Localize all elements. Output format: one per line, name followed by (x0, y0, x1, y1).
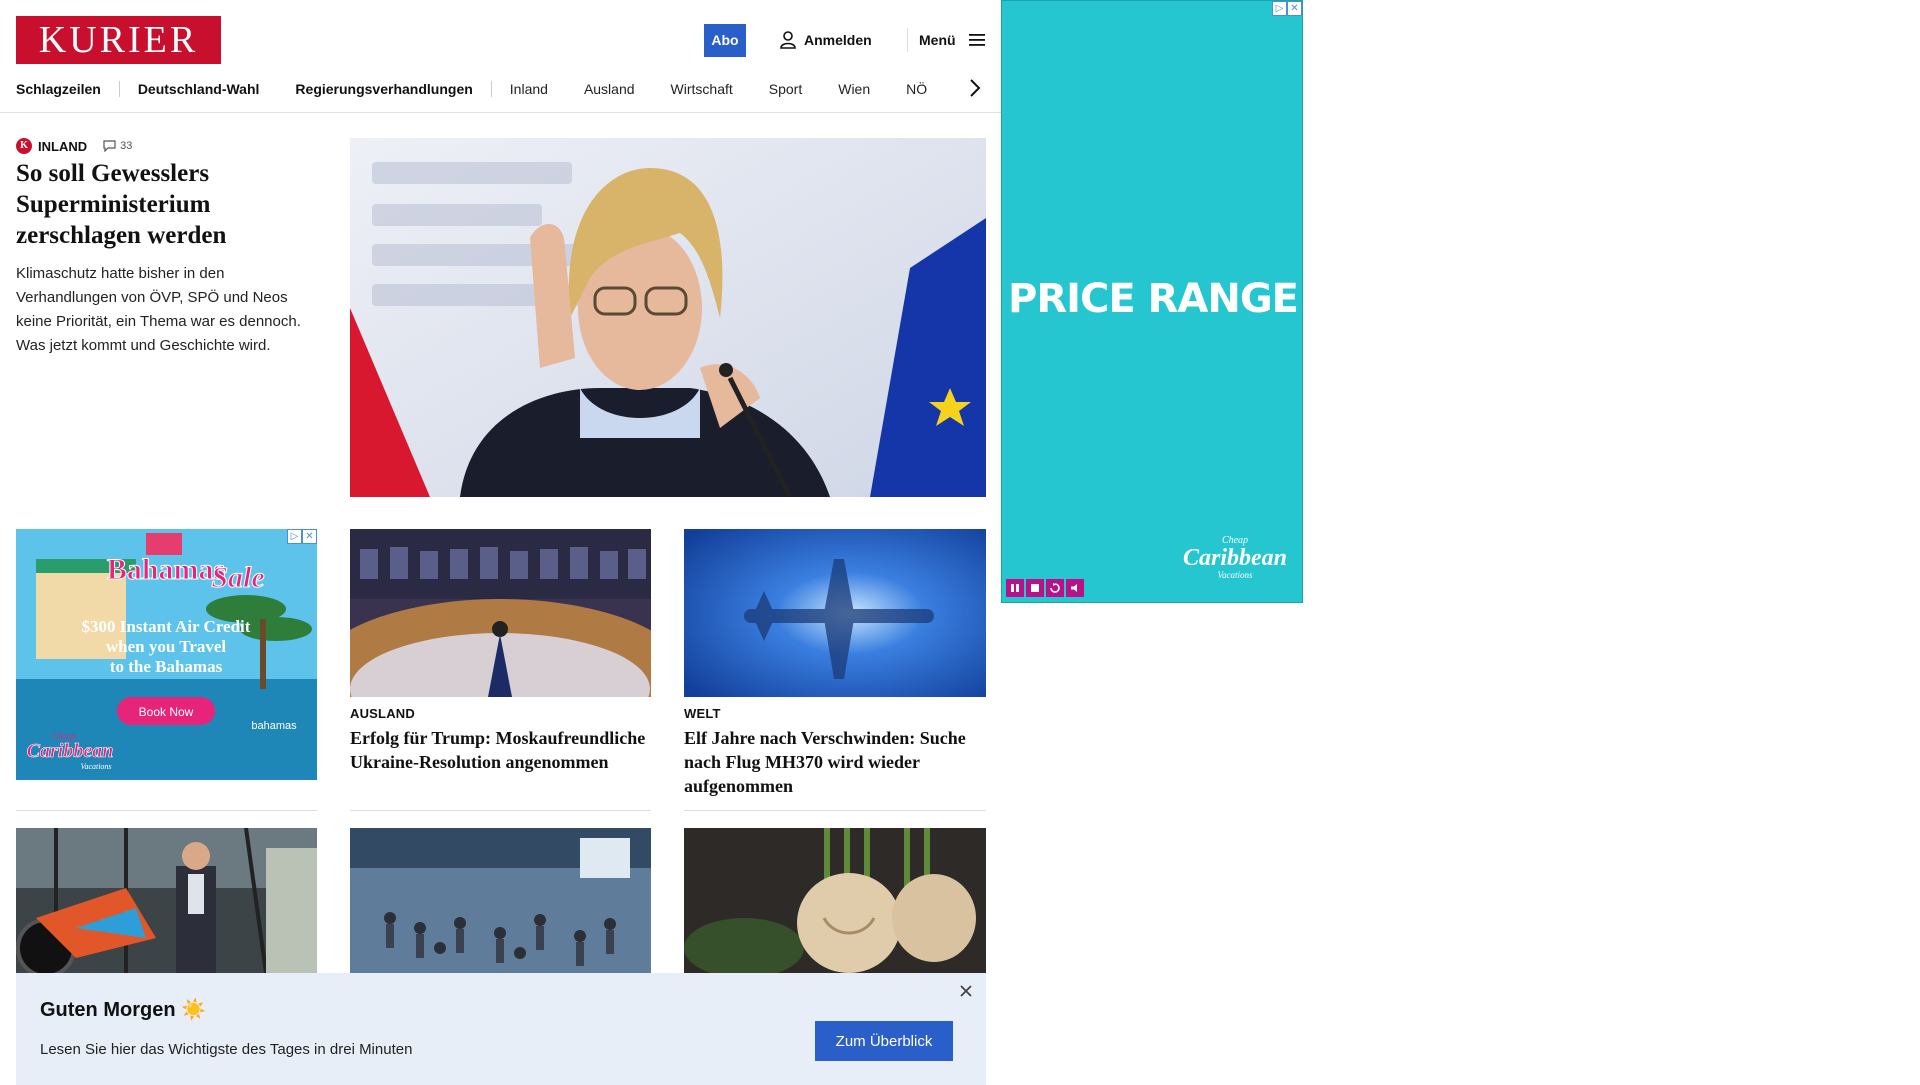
stop-icon[interactable] (1026, 579, 1044, 597)
nav-item-wien[interactable]: Wien (838, 81, 906, 97)
bahamas-ad-partner: bahamas (251, 720, 297, 732)
airport-crowd-photo (350, 828, 651, 973)
bahamas-ad-brand-main: Caribbean (27, 740, 114, 762)
header-divider-line (0, 112, 1001, 113)
celeriac-photo (684, 828, 986, 973)
greeting-subtitle: Lesen Sie hier das Wichtigste des Tages … (40, 1041, 413, 1058)
un-council-photo (350, 529, 651, 697)
pause-icon[interactable] (1006, 579, 1024, 597)
nav-item-noe[interactable]: NÖ (906, 81, 945, 97)
nav-divider (118, 81, 120, 97)
overview-button[interactable]: Zum Überblick (815, 1021, 953, 1061)
lead-section-label[interactable]: INLAND (38, 139, 87, 154)
nav-item-regierungsverhandlungen[interactable]: Regierungsverhandlungen (295, 81, 490, 97)
menu-label: Menü (919, 32, 956, 48)
kurier-page: KURIER Abo Anmelden Menü Schlagzeilen De… (0, 0, 1001, 1085)
card-photo-mh370[interactable] (684, 529, 986, 697)
lead-photo-illustration (350, 138, 986, 497)
greeting-title: Guten Morgen ☀️ (40, 997, 206, 1022)
comment-count-value: 33 (120, 140, 133, 152)
card-headline-mh370[interactable]: Elf Jahre nach Verschwinden: Suche nach … (684, 726, 984, 798)
price-range-adchoices[interactable]: ▷ ✕ (1272, 1, 1302, 16)
card-divider (350, 810, 651, 811)
bahamas-ad-sale: Sale (211, 561, 264, 594)
plane-silhouette-photo (684, 529, 986, 697)
nav-item-inland[interactable]: Inland (510, 81, 584, 97)
kurier-logo[interactable]: KURIER (16, 16, 221, 64)
price-range-headline: PRICE RANGE (1008, 276, 1299, 322)
nav-next-arrow-icon[interactable] (966, 76, 984, 100)
card-photo-un[interactable] (350, 529, 651, 697)
card-divider (16, 810, 317, 811)
price-range-brand-logo: Cheap Caribbean Vacations (1180, 536, 1290, 581)
nav-item-sport[interactable]: Sport (769, 81, 838, 97)
bahamas-ad-offer-1: $300 Instant Air Credit (82, 617, 251, 636)
abo-button[interactable]: Abo (704, 24, 746, 57)
bahamas-ad-offer-3: to the Bahamas (110, 657, 223, 676)
mute-icon[interactable] (1066, 579, 1084, 597)
bahamas-ad[interactable]: Bahamas Sale $300 Instant Air Credit whe… (16, 529, 317, 780)
hamburger-icon (968, 34, 985, 46)
card-kicker-ausland[interactable]: AUSLAND (350, 706, 415, 721)
nav-divider (490, 81, 492, 97)
section-nav: Schlagzeilen Deutschland-Wahl Regierungs… (16, 75, 996, 103)
lead-teaser: Klimaschutz hatte bisher in den Verhandl… (16, 265, 301, 354)
greeting-title-text: Guten Morgen (40, 999, 176, 1021)
login-label: Anmelden (804, 32, 872, 48)
lead-kicker: K INLAND 33 (16, 138, 132, 154)
bahamas-ad-cta-label: Book Now (139, 705, 194, 719)
lead-photo[interactable] (350, 138, 986, 497)
lead-headline[interactable]: So soll Gewesslers Superministerium zers… (16, 158, 316, 251)
bahamas-ad-artwork: Bahamas Sale $300 Instant Air Credit whe… (16, 529, 317, 780)
sun-emoji-icon: ☀️ (181, 999, 207, 1021)
menu-button[interactable]: Menü (919, 28, 986, 52)
comment-count[interactable]: 33 (103, 140, 132, 152)
card-photo-airport[interactable] (350, 828, 651, 973)
bahamas-ad-offer-2: when you Travel (106, 637, 227, 656)
bahamas-ad-headline: Bahamas (107, 553, 225, 586)
nav-item-wirtschaft[interactable]: Wirtschaft (671, 81, 769, 97)
card-photo-motorbike[interactable] (16, 828, 317, 973)
price-range-brand-sub: Vacations (1217, 570, 1253, 580)
header-divider (907, 28, 908, 52)
close-icon[interactable] (958, 983, 974, 999)
price-range-ad[interactable]: ▷ ✕ PRICE RANGE Cheap Caribbean Vacation… (1001, 0, 1303, 603)
card-headline-un[interactable]: Erfolg für Trump: Moskaufreundliche Ukra… (350, 726, 650, 774)
nav-item-schlagzeilen[interactable]: Schlagzeilen (16, 81, 119, 97)
price-range-brand-main: Caribbean (1182, 545, 1287, 571)
replay-icon[interactable] (1046, 579, 1064, 597)
nav-item-ausland[interactable]: Ausland (584, 81, 671, 97)
ad-close-icon[interactable]: ✕ (302, 529, 317, 544)
morning-briefing-banner: Guten Morgen ☀️ Lesen Sie hier das Wicht… (16, 973, 986, 1085)
adchoices-icon[interactable]: ▷ (1272, 1, 1287, 16)
bahamas-ad-adchoices[interactable]: ▷ ✕ (287, 529, 317, 544)
card-photo-celeriac[interactable] (684, 828, 986, 973)
bahamas-ad-brand-sub: Vacations (80, 762, 111, 771)
card-kicker-welt[interactable]: WELT (684, 706, 721, 721)
login-link[interactable]: Anmelden (780, 28, 872, 52)
motorbike-man-photo (16, 828, 317, 973)
kurier-k-badge-icon: K (16, 138, 32, 154)
comment-icon (103, 140, 116, 152)
adchoices-icon[interactable]: ▷ (287, 529, 302, 544)
card-divider (684, 810, 986, 811)
nav-item-deutschland-wahl[interactable]: Deutschland-Wahl (138, 81, 296, 97)
ad-close-icon[interactable]: ✕ (1287, 1, 1302, 16)
ad-media-controls (1006, 579, 1084, 597)
user-icon (780, 31, 796, 49)
